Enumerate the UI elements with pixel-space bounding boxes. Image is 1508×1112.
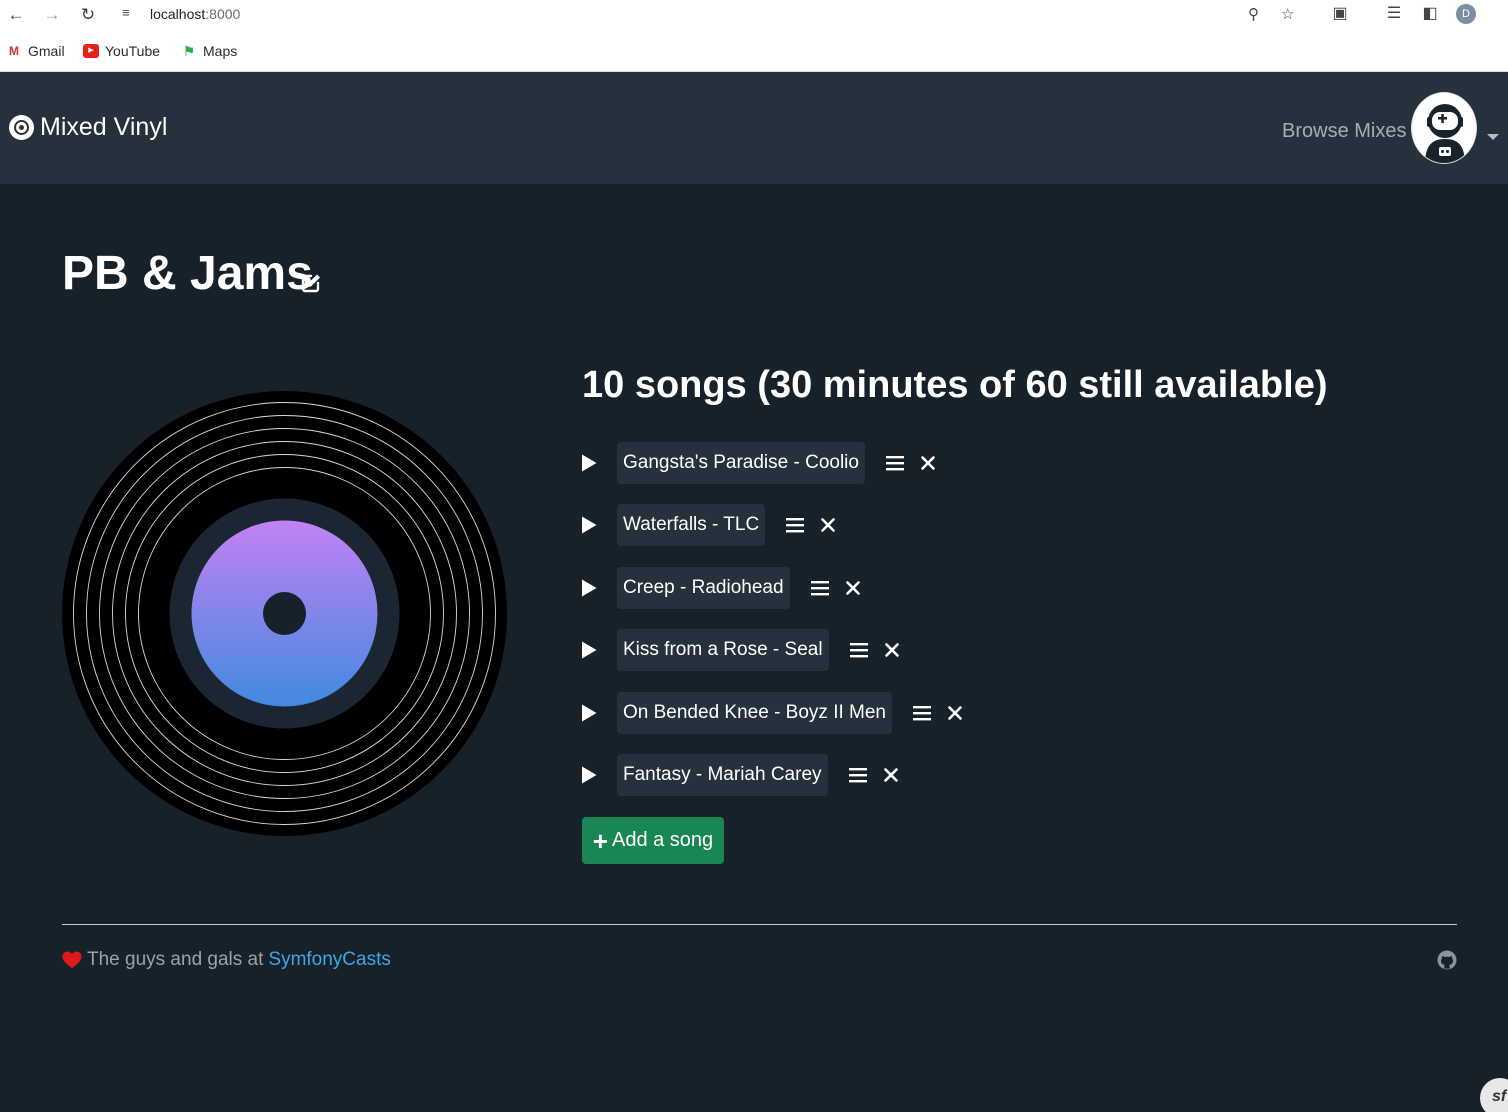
drag-handle-icon[interactable] [849,641,869,659]
play-icon[interactable] [580,640,598,660]
drag-handle-icon[interactable] [810,579,830,597]
browser-toolbar: ← → ↻ ≡ localhost:8000 ⚲ ☆ ▣ ☰ ◧ D [0,0,1508,31]
remove-icon[interactable] [845,581,860,595]
bookmark-maps[interactable]: ⚑ Maps [181,42,238,60]
song-title[interactable]: Gangsta's Paradise - Coolio [617,442,865,484]
record-spindle-hole [263,592,306,635]
bookmark-label: Maps [203,43,238,59]
song-title[interactable]: Waterfalls - TLC [617,504,766,546]
songs-heading: 10 songs (30 minutes of 60 still availab… [582,364,1328,406]
song-row: Creep - Radiohead [580,566,860,610]
page-title: PB & Jams [62,247,313,300]
maps-icon: ⚑ [182,43,196,59]
add-song-button[interactable]: + Add a song [582,817,724,864]
address-bar[interactable]: ≡ localhost:8000 ⚲ ☆ [110,1,1315,29]
bookmark-gmail[interactable]: M Gmail [6,42,65,60]
youtube-icon: ▶ [83,44,99,58]
play-icon[interactable] [580,453,598,473]
symfonycasts-link[interactable]: SymfonyCasts [268,949,390,971]
url-port: :8000 [205,6,241,22]
play-icon[interactable] [580,765,598,785]
drag-handle-icon[interactable] [848,766,868,784]
vinyl-record-graphic [62,391,507,836]
remove-icon[interactable] [884,643,899,657]
brand-name: Mixed Vinyl [40,113,168,141]
bookmark-label: Gmail [28,43,65,59]
footer-text: The guys and gals at [87,949,264,970]
bookmark-star-icon[interactable]: ☆ [1281,5,1294,23]
song-row: Fantasy - Mariah Carey [580,753,898,797]
browse-mixes-link[interactable]: Browse Mixes [1282,120,1406,143]
site-settings-icon[interactable]: ≡ [122,5,130,20]
song-row: On Bended Knee - Boyz II Men [580,691,962,735]
record-icon [9,115,34,140]
remove-icon[interactable] [948,706,962,720]
song-row: Kiss from a Rose - Seal [580,628,899,672]
song-title[interactable]: On Bended Knee - Boyz II Men [617,692,892,734]
url-host: localhost [150,6,206,22]
zoom-icon[interactable]: ⚲ [1248,5,1259,23]
gmail-icon: M [9,44,19,58]
play-icon[interactable] [580,578,598,598]
song-row: Gangsta's Paradise - Coolio [580,441,935,485]
add-song-label: Add a song [611,829,714,851]
play-icon[interactable] [580,515,598,535]
back-icon[interactable]: ← [4,4,28,26]
profile-avatar[interactable]: D [1456,4,1476,24]
bookmarks-bar: M Gmail ▶ YouTube ⚑ Maps [0,31,1508,72]
remove-icon[interactable] [921,456,935,470]
github-icon[interactable] [1437,950,1457,970]
footer-credit: The guys and gals at SymfonyCasts [62,949,391,971]
brand-link[interactable]: Mixed Vinyl [9,113,167,142]
drag-handle-icon[interactable] [885,454,905,472]
remove-icon[interactable] [821,518,836,532]
bookmark-youtube[interactable]: ▶ YouTube [83,42,160,60]
forward-icon[interactable]: → [40,4,64,26]
song-title[interactable]: Creep - Radiohead [617,567,790,609]
footer-divider [62,924,1457,925]
astronaut-icon [1425,104,1465,163]
url-text: localhost:8000 [150,6,240,22]
side-panel-icon[interactable]: ◧ [1418,3,1442,25]
play-icon[interactable] [580,703,598,723]
media-control-icon[interactable]: ☰ [1382,3,1406,25]
chevron-down-icon[interactable] [1487,134,1499,140]
drag-handle-icon[interactable] [912,704,932,722]
reload-icon[interactable]: ↻ [76,4,100,26]
song-row: Waterfalls - TLC [580,503,836,547]
song-title[interactable]: Fantasy - Mariah Carey [617,754,828,796]
heart-icon [62,951,82,968]
user-avatar[interactable] [1411,92,1477,164]
drag-handle-icon[interactable] [785,516,805,534]
extensions-icon[interactable]: ▣ [1328,3,1352,25]
symfony-toolbar-icon[interactable]: sf [1480,1078,1508,1112]
song-title[interactable]: Kiss from a Rose - Seal [617,629,829,671]
bookmark-label: YouTube [105,43,161,59]
edit-icon[interactable] [300,272,322,294]
remove-icon[interactable] [883,768,898,782]
app-navbar: Mixed Vinyl Browse Mixes [0,72,1508,184]
plus-icon: + [592,825,608,856]
